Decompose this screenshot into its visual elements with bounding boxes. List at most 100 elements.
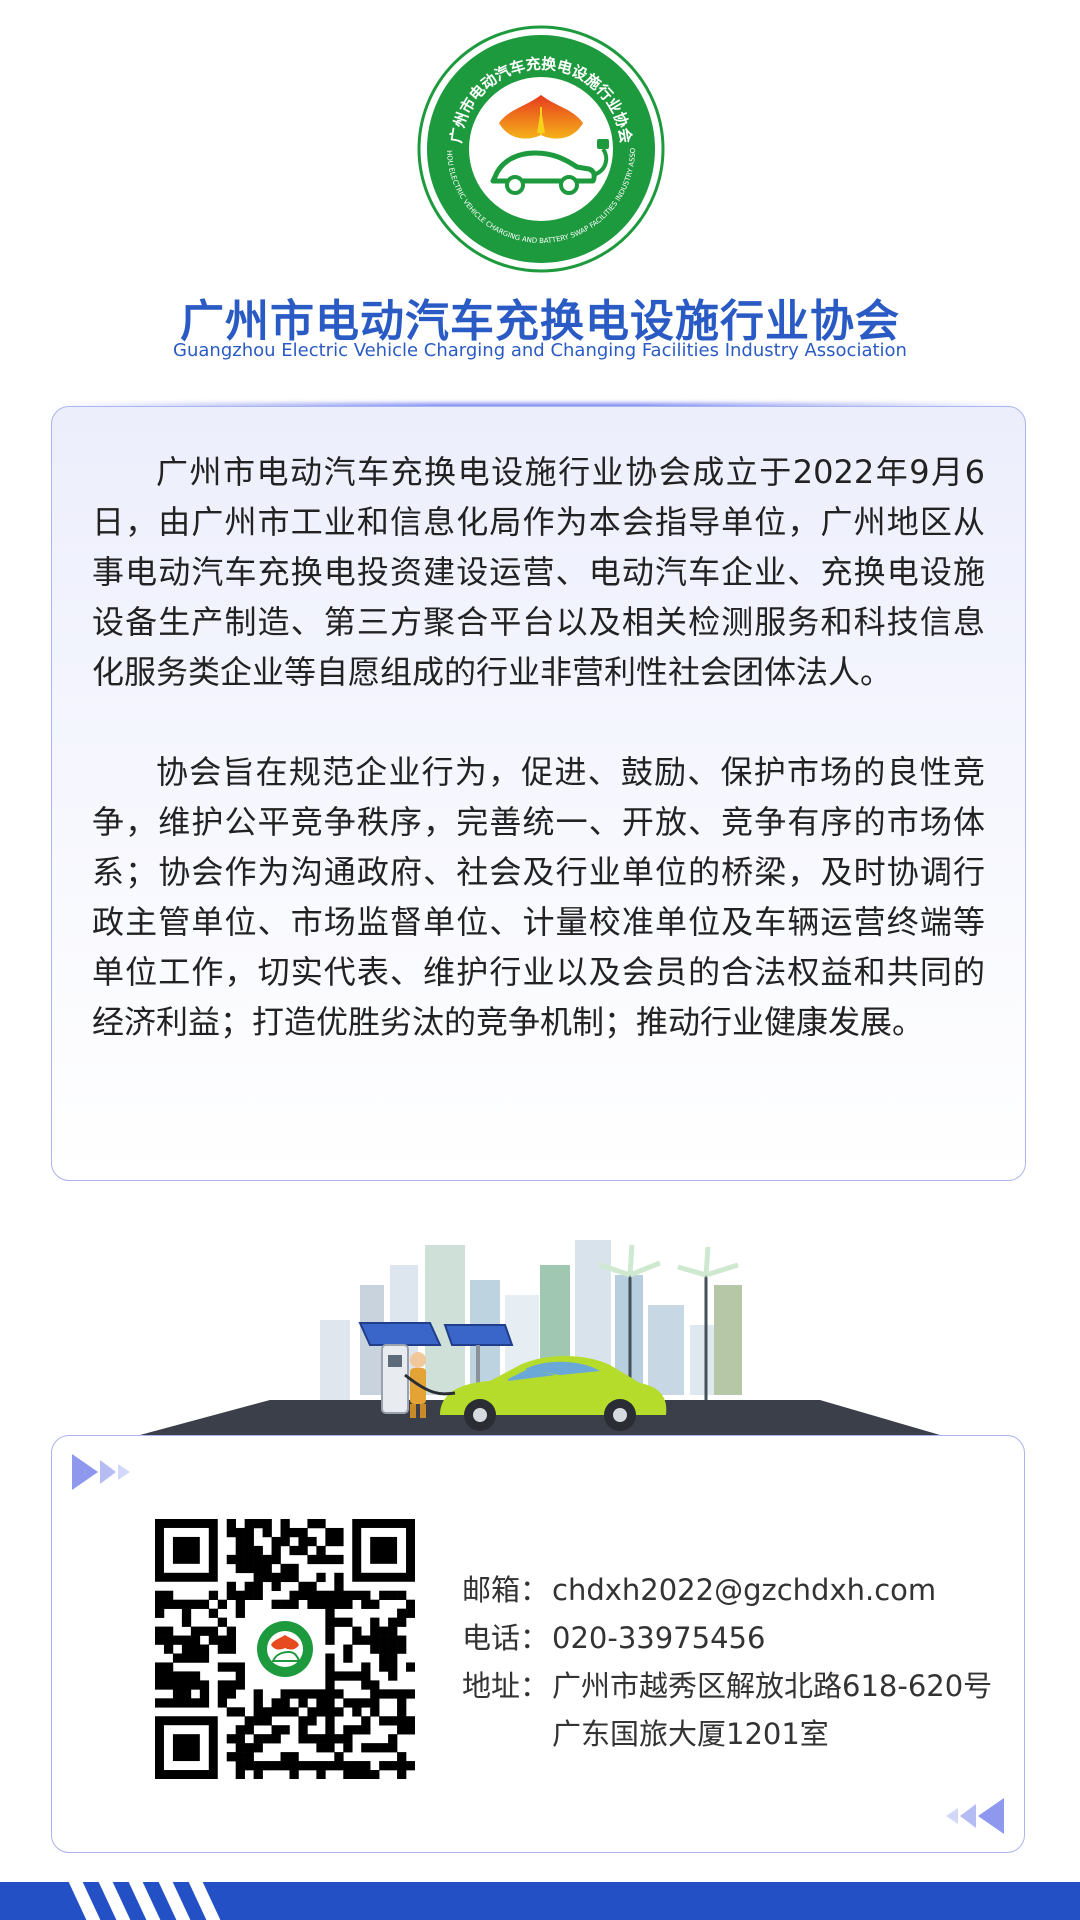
qr-module [316,1698,326,1708]
qr-module [370,1599,380,1609]
qr-module [235,1563,245,1574]
qr-module [280,1689,290,1699]
qr-module [253,1519,263,1529]
qr-module [226,1554,236,1565]
qr-module [172,1653,183,1663]
qr-module [217,1599,228,1609]
qr-module [334,1527,344,1538]
qr-module [199,1653,210,1663]
qr-module [271,1536,281,1547]
qr-module [397,1752,407,1762]
qr-module [388,1716,398,1726]
qr-module [397,1608,407,1618]
qr-module [298,1527,308,1538]
page-subtitle: Guangzhou Electric Vehicle Charging and … [173,340,907,361]
qr-module [226,1644,236,1654]
qr-module [253,1761,263,1771]
qr-module [235,1707,245,1717]
qr-finder [370,1536,398,1564]
qr-module [325,1653,335,1663]
qr-module [406,1725,416,1735]
qr-module [280,1698,290,1708]
qr-module [316,1770,326,1780]
qr-module [343,1761,353,1771]
qr-module [361,1770,371,1780]
qr-module [316,1689,326,1699]
qr-module [397,1590,407,1600]
qr-module [334,1689,344,1699]
qr-module [388,1653,398,1663]
qr-module [253,1572,263,1583]
qr-module [262,1716,272,1726]
qr-module [361,1743,371,1753]
qr-module [235,1527,245,1538]
qr-module [280,1519,290,1529]
ev-charging-illustration [0,1225,1080,1435]
qr-module [217,1635,228,1645]
qr-module [289,1572,299,1583]
qr-module [361,1761,371,1771]
qr-module [244,1725,254,1735]
qr-module [397,1761,407,1771]
bar-stripe [96,1882,134,1920]
qr-module [217,1644,228,1654]
qr-module [235,1770,245,1780]
qr-module [388,1761,398,1771]
qr-module [163,1680,174,1690]
qr-module [244,1590,254,1600]
qr-module [316,1519,326,1529]
qr-module [334,1599,344,1609]
qr-module [361,1698,371,1708]
qr-module [325,1707,335,1717]
qr-module [226,1581,236,1592]
qr-module [226,1626,236,1636]
qr-module [181,1608,192,1618]
qr-module [298,1761,308,1771]
qr-module [352,1626,362,1636]
qr-module [406,1761,416,1771]
qr-module [262,1761,272,1771]
qr-module [253,1770,263,1780]
qr-module [262,1563,272,1574]
qr-module [352,1707,362,1717]
qr-module [298,1689,308,1699]
qr-module [325,1689,335,1699]
qr-module [271,1554,281,1565]
phone-value[interactable]: 020-33975456 [552,1614,765,1662]
qr-module [271,1581,281,1592]
qr-module [199,1680,210,1690]
qr-module [379,1716,389,1726]
qr-module [361,1680,371,1690]
qr-module [325,1554,335,1565]
email-value[interactable]: chdxh2022@gzchdxh.com [552,1566,936,1614]
qr-module [289,1527,299,1538]
qr-module [235,1734,245,1744]
intro-paragraph-2: 协会旨在规范企业行为，促进、鼓励、保护市场的良性竞争，维护公平竞争秩序，完善统一… [92,753,985,1041]
qr-module [334,1752,344,1762]
qr-module [325,1671,335,1681]
qr-module [388,1590,398,1600]
qr-module [298,1716,308,1726]
qr-module [397,1707,407,1717]
qr-module [235,1752,245,1762]
qr-module [361,1599,371,1609]
qr-module [271,1734,281,1744]
qr-module [208,1608,219,1618]
qr-module [155,1635,165,1645]
qr-module [334,1590,344,1600]
qr-module [289,1599,299,1609]
qr-module [181,1599,192,1609]
qr-module [289,1770,299,1780]
qr-module [172,1689,183,1699]
qr-module [298,1725,308,1735]
qr-module [280,1707,290,1717]
qr-module [253,1689,263,1699]
qr-module [217,1689,228,1699]
qr-module [361,1635,371,1645]
qr-module [271,1725,281,1735]
qr-module [190,1635,201,1645]
qr-module [298,1590,308,1600]
qr-module [271,1572,281,1583]
qr-module [388,1689,398,1699]
qr-module [253,1734,263,1744]
